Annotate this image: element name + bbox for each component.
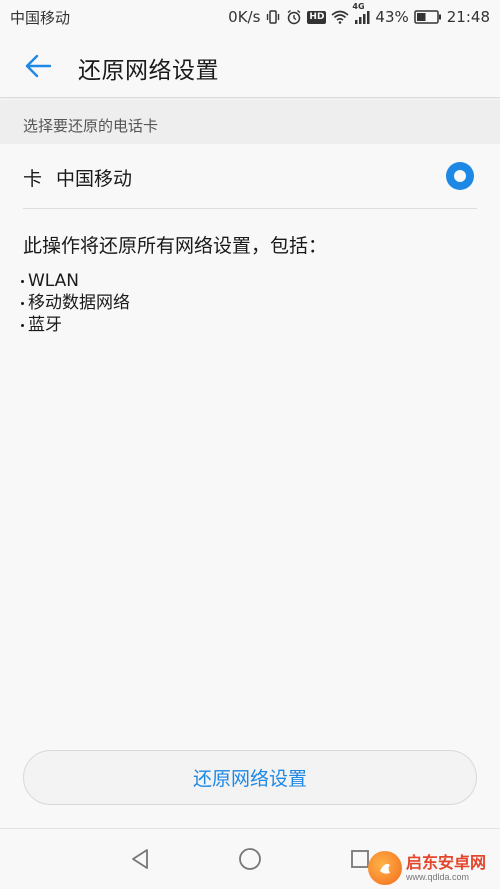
bullet-icon (21, 323, 24, 327)
watermark-name: 启东安卓网 (406, 852, 487, 872)
sim-option-row[interactable]: 卡 中国移动 (0, 144, 500, 208)
net-speed: 0K/s (228, 8, 261, 26)
screen: 中国移动 0K/s HD 4G 43% 21:48 还原网络设置 选择要还原的电… (0, 0, 500, 889)
clock: 21:48 (446, 8, 490, 26)
watermark-url: www.qdlda.com (406, 871, 470, 882)
alarm-icon (286, 9, 302, 25)
sim-carrier: 中国移动 (56, 168, 133, 190)
list-item: WLAN (20, 270, 130, 292)
section-header-label: 选择要还原的电话卡 (23, 117, 159, 135)
signal-icon: 4G (352, 2, 370, 24)
battery-percent: 43% (375, 8, 409, 26)
watermark-text: 启东安卓网 www.qdlda.com (406, 852, 487, 882)
back-button[interactable] (22, 50, 54, 82)
sim-option-label: 卡 中国移动 (23, 164, 132, 191)
wifi-icon (331, 10, 349, 24)
divider (23, 208, 477, 209)
vibrate-icon (265, 9, 281, 25)
status-bar: 中国移动 0K/s HD 4G 43% 21:48 (0, 0, 500, 34)
reset-network-button[interactable]: 还原网络设置 (23, 750, 477, 805)
nav-home-button[interactable] (234, 843, 266, 875)
watermark-logo-icon (368, 851, 402, 885)
nav-back-icon (132, 849, 148, 869)
list-item: 移动数据网络 (20, 292, 130, 314)
carrier-label: 中国移动 (10, 8, 71, 27)
nav-back-button[interactable] (124, 843, 156, 875)
nav-home-icon (239, 848, 261, 870)
arrow-left-icon (25, 54, 52, 78)
battery-icon (414, 10, 442, 24)
title-bar: 还原网络设置 (0, 34, 500, 98)
bullet-icon (21, 279, 24, 283)
list-item: 蓝牙 (20, 314, 130, 336)
page-title: 还原网络设置 (78, 58, 219, 84)
hd-icon: HD (307, 10, 327, 24)
status-icons: 0K/s HD 4G 43% 21:48 (228, 2, 490, 26)
sim-radio-button[interactable] (446, 162, 474, 190)
info-text: 此操作将还原所有网络设置，包括： (23, 235, 328, 257)
radio-selected-dot (454, 170, 466, 182)
section-header: 选择要还原的电话卡 (0, 100, 500, 144)
bullet-icon (21, 301, 24, 305)
watermark: 启东安卓网 www.qdlda.com (368, 848, 500, 888)
reset-items-list: WLAN 移动数据网络 蓝牙 (20, 270, 130, 336)
sim-prefix: 卡 (23, 168, 43, 190)
network-type: 4G (352, 2, 365, 11)
